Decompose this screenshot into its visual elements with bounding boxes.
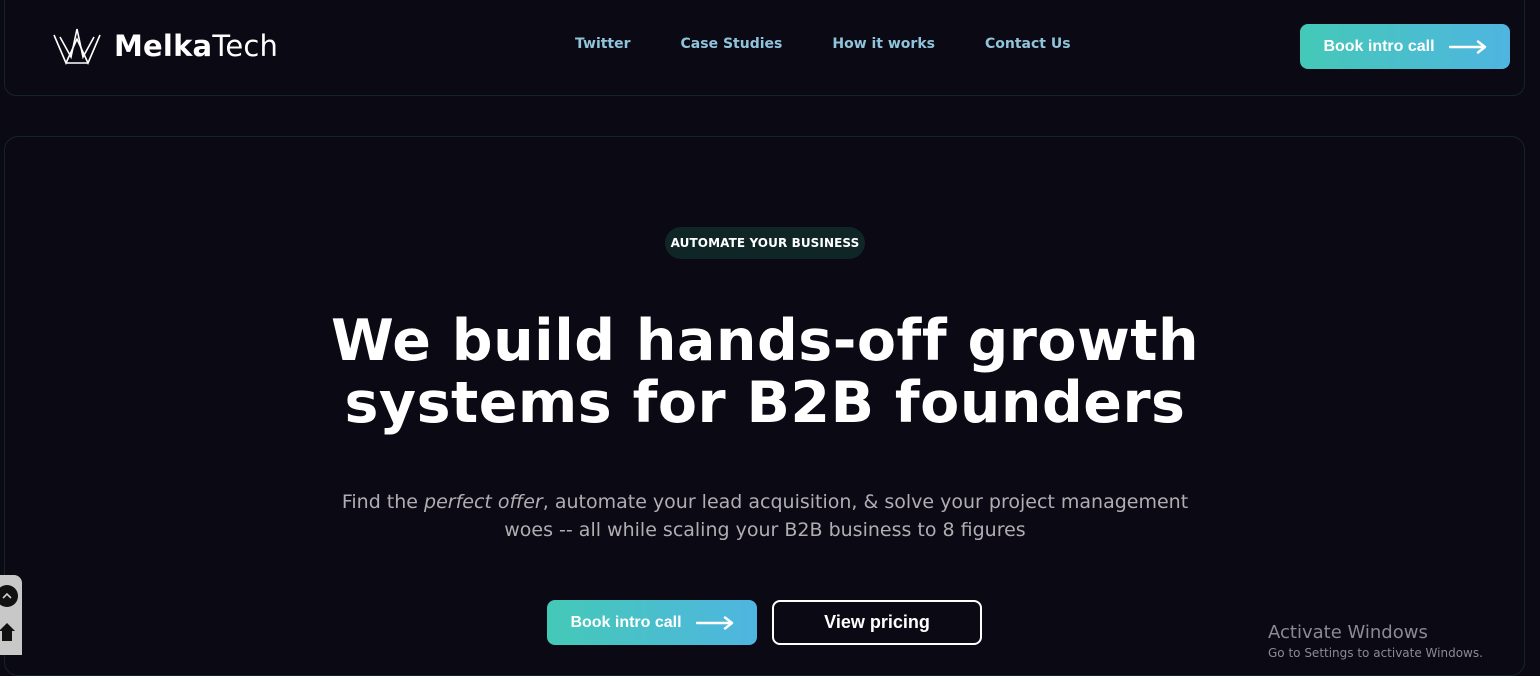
activate-windows-subtitle: Go to Settings to activate Windows. bbox=[1268, 646, 1483, 660]
home-icon[interactable] bbox=[0, 621, 16, 643]
arrow-right-icon bbox=[695, 615, 733, 630]
nav-link-twitter[interactable]: Twitter bbox=[575, 36, 631, 52]
view-pricing-button[interactable]: View pricing bbox=[772, 600, 982, 645]
nav-links: Twitter Case Studies How it works Contac… bbox=[575, 36, 1121, 52]
headline-line-1: We build hands-off growth bbox=[330, 308, 1200, 374]
activate-windows-title: Activate Windows bbox=[1268, 622, 1428, 643]
headline-line-2: systems for B2B founders bbox=[344, 370, 1186, 436]
eyebrow-badge: AUTOMATE YOUR BUSINESS bbox=[665, 227, 865, 259]
crown-logo-icon bbox=[53, 28, 101, 65]
brand-logo[interactable]: MelkaTech bbox=[52, 26, 278, 66]
brand-name-regular: Tech bbox=[212, 29, 279, 63]
hero-book-intro-call-button[interactable]: Book intro call bbox=[547, 600, 757, 645]
hero-headline: We build hands-off growth systems for B2… bbox=[300, 310, 1230, 434]
nav-link-case-studies[interactable]: Case Studies bbox=[681, 36, 783, 52]
sub-emphasis: perfect offer bbox=[424, 491, 543, 513]
brand-wordmark: MelkaTech bbox=[114, 29, 278, 63]
brand-name-bold: Melka bbox=[114, 29, 213, 63]
nav-link-contact-us[interactable]: Contact Us bbox=[985, 36, 1071, 52]
sub-after: , automate your lead acquisition, & solv… bbox=[504, 491, 1189, 541]
floating-widget[interactable] bbox=[0, 575, 22, 655]
view-pricing-label: View pricing bbox=[824, 612, 930, 632]
nav-book-intro-call-button[interactable]: Book intro call bbox=[1300, 24, 1510, 69]
hero-subheading: Find the perfect offer, automate your le… bbox=[330, 488, 1200, 544]
sub-before: Find the bbox=[341, 491, 425, 513]
hero-cta-label: Book intro call bbox=[570, 613, 682, 631]
chevron-up-icon[interactable] bbox=[0, 585, 18, 607]
nav-link-how-it-works[interactable]: How it works bbox=[832, 36, 935, 52]
nav-cta-label: Book intro call bbox=[1323, 37, 1435, 55]
arrow-right-icon bbox=[1448, 39, 1486, 54]
